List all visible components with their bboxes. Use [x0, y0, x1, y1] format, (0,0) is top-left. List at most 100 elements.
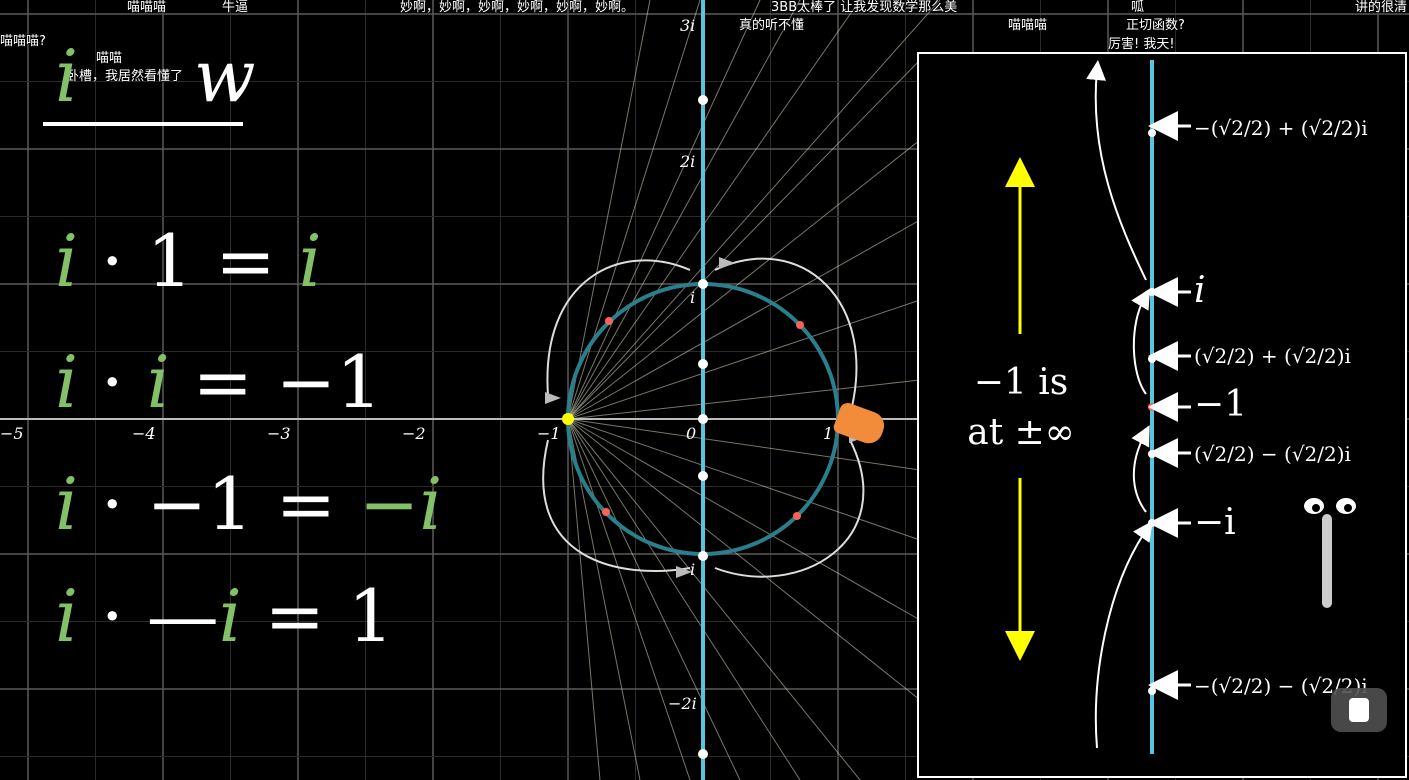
eq-term: i — [55, 219, 79, 303]
infinity-line-2: at ±∞ — [967, 412, 1075, 454]
stereographic-inset-panel: −(√2/2) + (√2/2)i i (√2/2) + (√2/2)i −1 … — [917, 52, 1407, 778]
pi-creature-icon — [1304, 498, 1356, 608]
circle-point — [793, 512, 801, 520]
danmaku-comment: 喵喵喵? — [0, 34, 46, 49]
inset-point — [1148, 687, 1156, 695]
projection-ray — [567, 59, 921, 420]
play-icon — [1349, 698, 1369, 722]
projection-ray — [567, 139, 921, 420]
projection-ray — [567, 0, 801, 420]
real-tick: −5 — [0, 424, 24, 443]
equation-row: i · i = −1 — [55, 346, 382, 418]
real-tick: 1 — [823, 424, 834, 443]
eq-term: i — [55, 462, 79, 546]
flow-arrow-icon — [1131, 288, 1151, 395]
eq-term: i — [55, 574, 79, 658]
eq-equals: = — [275, 462, 337, 546]
equation-row: i · 1 = i — [55, 225, 322, 297]
eq-op: · — [100, 574, 124, 658]
danmaku-comment: 厉害! 我天! — [1108, 37, 1175, 52]
play-button[interactable] — [1331, 688, 1387, 732]
real-tick: −4 — [132, 424, 156, 443]
projection-ray — [567, 418, 801, 780]
real-tick: −2 — [402, 424, 426, 443]
projection-ray — [567, 0, 861, 420]
axis-point — [698, 279, 708, 289]
eq-result: −i — [358, 462, 443, 546]
inset-label: (√2/2) + (√2/2)i — [1194, 344, 1351, 368]
equation-row: i · −1 = −i — [55, 468, 442, 540]
eq-equals: = — [264, 574, 325, 658]
rotation-arrow — [714, 439, 865, 578]
danmaku-comment: 真的听不懂 — [739, 18, 805, 33]
eq-result: 1 — [347, 574, 394, 658]
eq-result: i — [298, 219, 322, 303]
circle-point — [796, 321, 804, 329]
eq-term: −1 — [146, 462, 253, 546]
projection-ray — [567, 0, 761, 420]
flow-arrow-icon — [1086, 60, 1147, 281]
imag-tick: 2i — [680, 152, 696, 171]
imag-tick: 3i — [680, 16, 696, 35]
axis-point — [698, 414, 708, 424]
axis-point — [698, 749, 708, 759]
eq-result: −1 — [275, 340, 382, 424]
axis-point — [698, 95, 708, 105]
inset-point — [1148, 288, 1156, 296]
header-expression: i w — [55, 40, 255, 112]
inset-point — [1148, 450, 1156, 458]
eq-term: 1 — [146, 219, 193, 303]
projection-ray — [567, 0, 651, 420]
axis-point — [698, 551, 708, 561]
inset-point — [1148, 403, 1156, 411]
complex-plane — [542, 0, 865, 780]
inset-label: −(√2/2) + (√2/2)i — [1194, 116, 1368, 140]
projection-rays — [567, 0, 941, 780]
eq-equals: = — [192, 340, 253, 424]
real-tick: 0 — [686, 424, 697, 443]
circle-point — [605, 317, 613, 325]
danmaku-comment: 喵喵喵 — [127, 0, 167, 15]
real-tick: −3 — [267, 424, 291, 443]
inset-label: i — [1194, 270, 1206, 311]
projection-ray — [567, 418, 921, 621]
header-i: i — [55, 34, 79, 118]
flow-arrow-icon — [1131, 425, 1150, 513]
axis-point — [698, 359, 708, 369]
arrowhead-icon — [545, 392, 561, 404]
inset-label: (√2/2) − (√2/2)i — [1194, 442, 1351, 466]
eq-term: i — [146, 340, 170, 424]
danmaku-comment: 正切函数? — [1126, 18, 1185, 33]
flow-arrow-icon — [1094, 520, 1153, 749]
projection-ray — [567, 0, 701, 420]
header-w: w — [193, 34, 256, 118]
real-tick: −1 — [537, 424, 561, 443]
danmaku-comment: 呱 — [1131, 0, 1145, 15]
eq-term-i: i — [218, 574, 242, 658]
inset-label: −1 — [1194, 384, 1248, 425]
eq-op: · — [100, 462, 124, 546]
danmaku-comment: 3BB太棒了 让我发现数学那么美 — [771, 0, 958, 15]
neg-one-point — [562, 413, 574, 425]
inset-point — [1148, 355, 1156, 363]
danmaku-comment: 妙啊，妙啊，妙啊，妙啊，妙啊，妙啊。 — [400, 0, 635, 15]
equation-row: i · —i = 1 — [55, 580, 394, 652]
danmaku-comment: 讲的很清 — [1355, 0, 1408, 15]
video-player[interactable]: 喵喵喵 牛逼 妙啊，妙啊，妙啊，妙啊，妙啊，妙啊。 3BB太棒了 让我发现数学那… — [0, 0, 1409, 780]
eq-term: —i — [146, 574, 242, 658]
inset-point — [1148, 129, 1156, 137]
projection-ray — [567, 418, 921, 701]
label-arrows — [1148, 111, 1191, 700]
infinity-caption: −1 is at ±∞ — [951, 358, 1091, 459]
arrowhead-icon — [719, 257, 735, 269]
danmaku-comment: 牛逼 — [222, 0, 249, 15]
inset-label: −i — [1194, 502, 1236, 543]
axis-point — [698, 471, 708, 481]
circle-point — [602, 508, 610, 516]
infinity-line-1: −1 is — [973, 362, 1069, 403]
projection-ray — [567, 418, 601, 780]
imag-tick: i — [690, 560, 696, 579]
header-underline — [43, 122, 243, 126]
eq-op: · — [100, 219, 124, 303]
eq-op: · — [100, 340, 124, 424]
